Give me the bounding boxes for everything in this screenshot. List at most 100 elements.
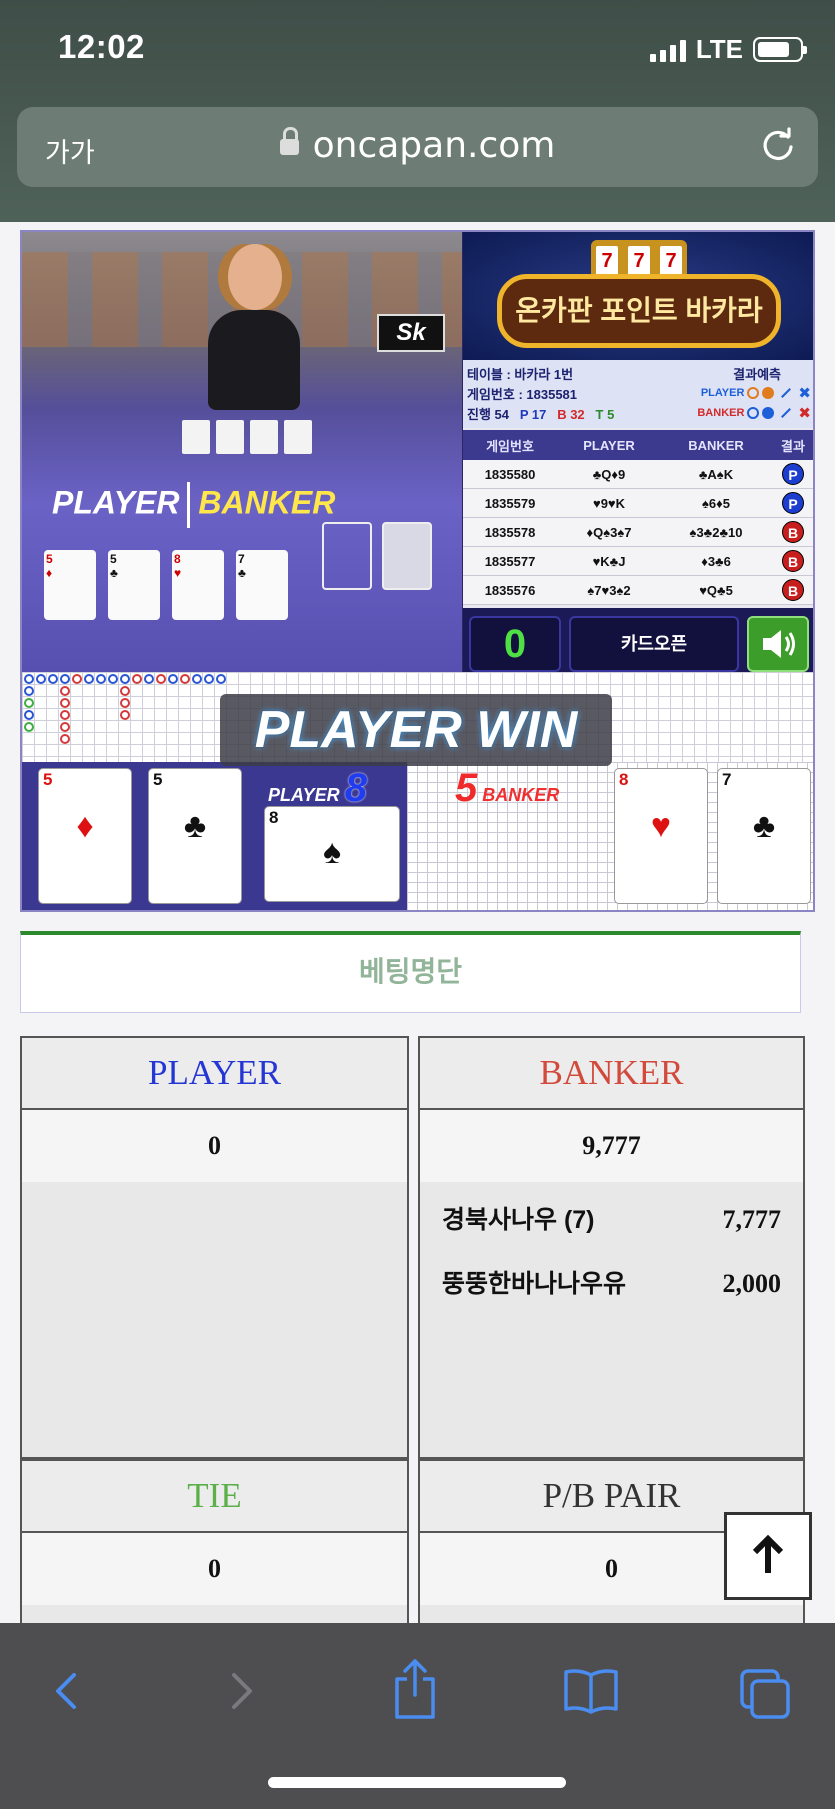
table-label: 테이블 : 바카라 1번 [467, 366, 574, 382]
history-header: 게임번호 PLAYER BANKER 결과 [463, 430, 813, 460]
history-player-cards: ♠7♥3♠2 [587, 582, 631, 598]
circle-icon [747, 387, 760, 399]
sound-toggle-button[interactable] [747, 616, 809, 672]
bead-marker [156, 734, 166, 744]
url-text: oncapan.com [312, 125, 556, 166]
bead-marker [192, 734, 202, 744]
bead-marker [48, 734, 58, 744]
player-score: PLAYER 8 [268, 766, 367, 810]
game-controls: 0 카드오픈 [463, 608, 813, 672]
bead-marker [72, 710, 82, 720]
browser-chrome: 12:02 LTE 가가 oncapan.com [0, 0, 835, 222]
bead-marker [180, 686, 190, 696]
win-banner: PLAYER WIN [220, 694, 612, 766]
bead-marker [60, 722, 70, 732]
bead-marker [72, 722, 82, 732]
bead-marker [156, 686, 166, 696]
bead-marker [144, 722, 154, 732]
result-badge: P [782, 463, 804, 485]
bead-marker [156, 710, 166, 720]
bead-marker [108, 698, 118, 708]
x-icon: ✖ [798, 385, 811, 402]
banker-bets-header: BANKER [420, 1038, 803, 1110]
bead-marker [96, 710, 106, 720]
signal-icon [649, 38, 686, 62]
bead-marker [60, 674, 70, 684]
bead-marker [120, 698, 130, 708]
bead-marker [132, 698, 142, 708]
bead-marker [60, 710, 70, 720]
home-indicator [268, 1777, 566, 1788]
bead-marker [48, 722, 58, 732]
game-number: 게임번호 : 1835581 [467, 386, 578, 402]
forward-icon[interactable] [222, 1661, 262, 1721]
bead-marker [24, 722, 34, 732]
bead-marker [168, 722, 178, 732]
tie-bets-total: 0 [22, 1533, 407, 1605]
dealer [228, 244, 282, 310]
bookmarks-icon[interactable] [562, 1661, 620, 1721]
bead-marker [48, 710, 58, 720]
card-open-button[interactable]: 카드오픈 [569, 616, 739, 672]
bead-marker [192, 674, 202, 684]
player-prediction[interactable]: PLAYER ✖ [701, 384, 811, 402]
player-card-2: 5 ♣ [148, 768, 242, 904]
bead-marker [204, 722, 214, 732]
bead-marker [192, 698, 202, 708]
reload-icon[interactable] [760, 127, 796, 163]
address-bar[interactable]: 가가 oncapan.com [17, 107, 818, 187]
player-bets-header: PLAYER [22, 1038, 407, 1110]
overlay-player-label: PLAYER [52, 484, 180, 521]
history-banker-cards: ♠3♣2♣10 [689, 524, 743, 540]
bead-marker [192, 686, 202, 696]
result-badge: P [782, 492, 804, 514]
banker-bets-panel: BANKER 9,777 경북사나우 (7) 7,777 뚱뚱한바나나우유 2,… [418, 1036, 805, 1459]
bead-marker [168, 734, 178, 744]
table-info: 테이블 : 바카라 1번 결과예측 게임번호 : 1835581 PLAYER … [463, 360, 813, 428]
bead-marker [168, 698, 178, 708]
bead-marker [96, 674, 106, 684]
player-card-3: 8 ♠ [264, 806, 400, 902]
bead-marker [36, 722, 46, 732]
bettor-name: 뚱뚱한바나나우유 [442, 1270, 627, 1298]
network-type: LTE [695, 34, 743, 64]
url-display[interactable]: oncapan.com [17, 125, 818, 166]
video-dealt-cards: 5 ♦ 5 ♣ 8 ♥ 7 ♣ [44, 550, 288, 620]
banker-card-2: 7 ♣ [717, 768, 811, 904]
game-logo: 777 온카판 포인트 바카라 [463, 232, 813, 360]
bead-marker [144, 698, 154, 708]
tabs-icon[interactable] [738, 1661, 794, 1721]
bead-marker [168, 710, 178, 720]
bead-marker [120, 674, 130, 684]
dot-icon [762, 407, 775, 419]
history-row: 1835577 ♥K♣J ♦3♣6 B [463, 547, 813, 576]
banker-prediction[interactable]: BANKER ✖ [697, 404, 811, 422]
bead-marker [156, 698, 166, 708]
bead-marker [132, 722, 142, 732]
bead-marker [84, 686, 94, 696]
player-side: 5 ♦ 5 ♣ 8 ♠ PLAYER 8 [22, 762, 407, 910]
scroll-to-top-button[interactable] [724, 1512, 812, 1600]
video-card: 8 ♥ [172, 550, 224, 620]
prediction-label: 결과예측 [733, 366, 781, 382]
card-slots [322, 522, 432, 590]
bead-marker [96, 722, 106, 732]
bead-marker [204, 698, 214, 708]
bead-marker [24, 686, 34, 696]
bead-marker [48, 686, 58, 696]
share-icon[interactable] [390, 1655, 440, 1721]
player-bets-total: 0 [22, 1110, 407, 1182]
bead-marker [72, 698, 82, 708]
bead-marker [36, 698, 46, 708]
bead-marker [132, 734, 142, 744]
back-icon[interactable] [46, 1661, 86, 1721]
bead-marker [144, 674, 154, 684]
bead-marker [180, 722, 190, 732]
history-game-number: 1835577 [484, 553, 536, 569]
result-badge: B [782, 521, 804, 543]
bead-marker [132, 710, 142, 720]
tie-bets-panel: TIE 0 [20, 1459, 409, 1639]
bead-marker [204, 686, 214, 696]
logo-title: 온카판 포인트 바카라 [497, 274, 781, 348]
history-banker-cards: ♠6♦5 [702, 495, 730, 511]
